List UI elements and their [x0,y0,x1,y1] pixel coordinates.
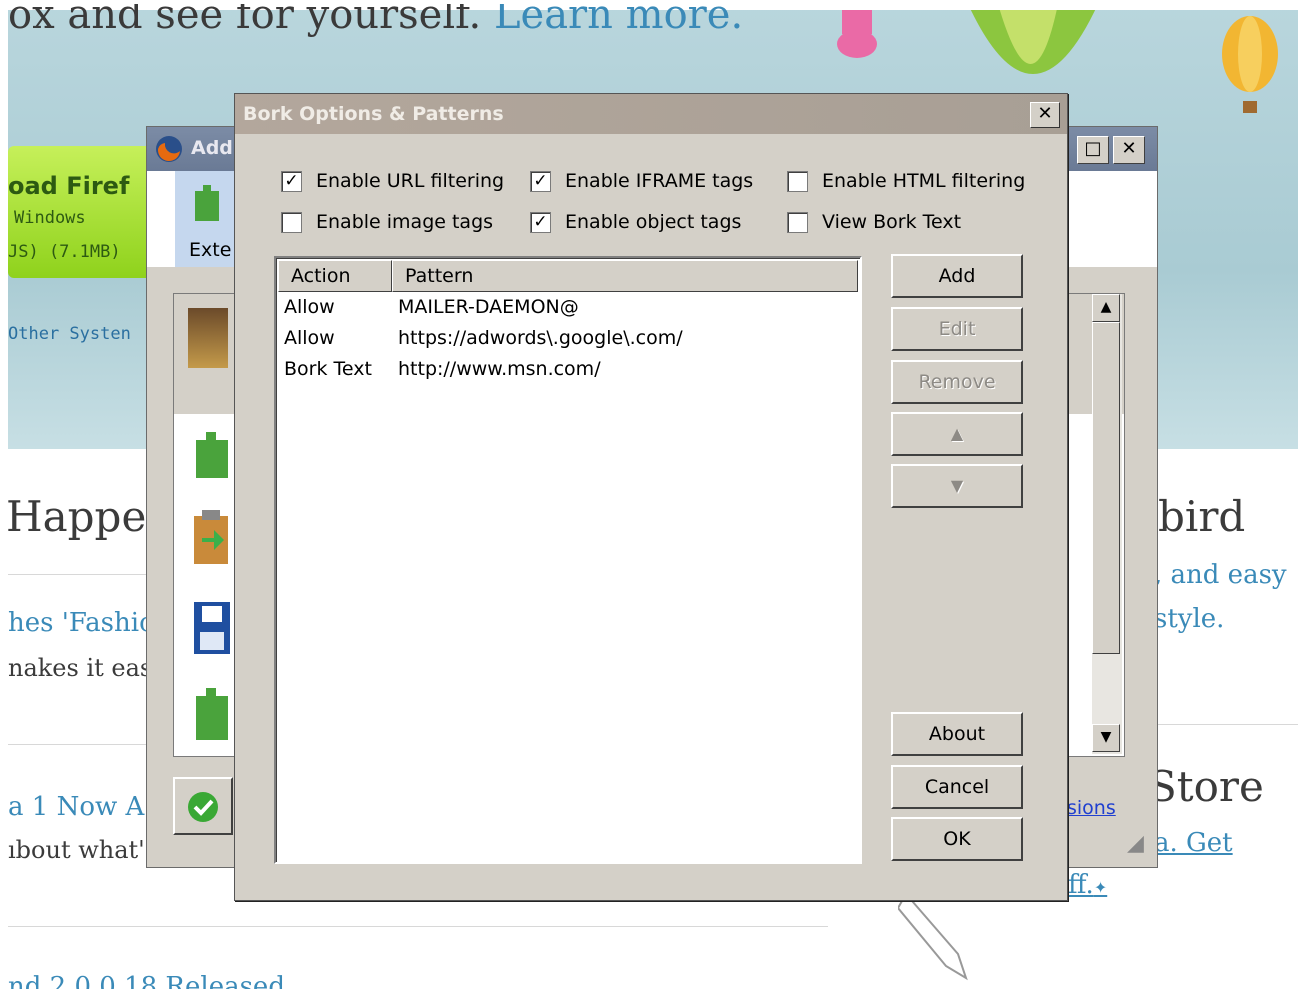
column-header-action[interactable]: Action [278,260,392,292]
option-object-tags[interactable]: ✓ Enable object tags [530,207,741,237]
maximize-button[interactable]: □ [1077,136,1109,164]
ff-link[interactable]: ff.✦ [1068,870,1107,900]
floppy-disk-icon [194,602,230,654]
other-systems-link[interactable]: Other Systen [8,324,131,344]
puzzle-piece-icon [196,432,228,478]
table-row[interactable]: Allow MAILER-DAEMON@ [276,294,856,324]
option-label: Enable object tags [565,211,742,233]
option-label: Enable image tags [316,211,494,233]
table-row[interactable]: Allow https://adwords\.google\.com/ [276,325,856,355]
divider [8,574,148,575]
dialog-close-button[interactable]: ✕ [1030,102,1060,128]
makes-easy-text: nakes it eas [8,654,153,682]
dialog-titlebar: Bork Options & Patterns ✕ [235,94,1067,134]
addons-scrollbar[interactable]: ▲ ▼ [1092,294,1122,754]
row-pattern: https://adwords\.google\.com/ [398,327,683,349]
checkbox-url-filtering[interactable]: ✓ [281,170,302,192]
checkbox-object-tags[interactable]: ✓ [530,211,551,233]
download-size: JS) (7.1MB) [8,242,121,262]
about-button[interactable]: About [891,712,1023,756]
resize-grip-icon[interactable]: ◢ [1127,831,1144,856]
scroll-thumb[interactable] [1092,322,1120,654]
add-button[interactable]: Add [891,254,1023,298]
puzzle-piece-icon [196,688,228,740]
option-label: View Bork Text [822,211,962,233]
move-down-button[interactable]: ▼ [891,464,1023,508]
checkbox-image-tags[interactable] [281,211,302,233]
option-url-filtering[interactable]: ✓ Enable URL filtering [281,166,504,196]
download-os: Windows [14,208,86,228]
pattern-list[interactable]: Action Pattern Allow MAILER-DAEMON@ Allo… [274,256,862,864]
download-title: oad Firef [8,172,130,200]
style-link[interactable]: style. [1154,604,1224,634]
ok-button[interactable]: OK [891,817,1023,861]
column-header-pattern[interactable]: Pattern [392,260,858,292]
divider [8,744,148,745]
row-action: Allow [284,327,335,349]
option-view-bork-text[interactable]: View Bork Text [787,207,961,237]
row-pattern: http://www.msn.com/ [398,358,601,380]
edit-button[interactable]: Edit [891,307,1023,351]
checkbox-view-bork-text[interactable] [787,211,808,233]
clipboard-icon [194,510,228,564]
versions-link[interactable]: sions [1067,797,1116,819]
get-link[interactable]: a. Get [1154,828,1233,858]
store-heading: Store [1148,762,1264,811]
close-button[interactable]: ✕ [1113,136,1145,164]
row-action: Bork Text [284,358,372,380]
bork-options-dialog: Bork Options & Patterns ✕ ✓ Enable URL f… [234,93,1068,901]
about-whats-text: ıbout what's [8,836,158,864]
option-label: Enable HTML filtering [822,170,1026,192]
headline-text: ox and see for yourself. [8,4,482,38]
scroll-down-button[interactable]: ▼ [1092,724,1120,752]
puzzle-piece-icon [195,185,219,221]
row-action: Allow [284,296,335,318]
beta-link[interactable]: a 1 Now A [8,792,144,822]
table-row[interactable]: Bork Text http://www.msn.com/ [276,356,856,386]
remove-button[interactable]: Remove [891,360,1023,404]
option-label: Enable IFRAME tags [565,170,754,192]
checkmark-icon [188,792,218,822]
pink-ornament-icon [837,4,877,58]
fashion-link[interactable]: hes 'Fashic [8,608,154,638]
extensions-tab[interactable]: Exte [175,171,237,267]
cancel-button[interactable]: Cancel [891,765,1023,809]
option-iframe-tags[interactable]: ✓ Enable IFRAME tags [530,166,753,196]
released-link[interactable]: nd 2.0.0.18 Released [8,972,285,989]
option-html-filtering[interactable]: Enable HTML filtering [787,166,1025,196]
find-updates-button[interactable] [173,777,233,835]
option-label: Enable URL filtering [316,170,505,192]
divider [8,926,828,927]
checkbox-iframe-tags[interactable]: ✓ [530,170,551,192]
happening-heading: Happer [8,492,167,541]
learn-more-link[interactable]: Learn more. [494,4,743,38]
dialog-title: Bork Options & Patterns [243,103,504,125]
option-image-tags[interactable]: Enable image tags [281,207,493,237]
scroll-up-button[interactable]: ▲ [1092,294,1120,322]
extensions-tab-label: Exte [189,239,232,261]
balloon-icon [1222,16,1278,113]
firefox-logo-icon [156,136,182,162]
thunderbird-heading: bird [1158,492,1246,541]
move-up-button[interactable]: ▲ [891,412,1023,456]
addon-avatar [188,308,228,368]
addons-title: Add [191,137,233,159]
checkbox-html-filtering[interactable] [787,170,808,192]
row-pattern: MAILER-DAEMON@ [398,296,579,318]
and-easy-link[interactable]: , and easy [1154,560,1287,590]
download-button[interactable]: oad Firef Windows JS) (7.1MB) [8,146,158,278]
